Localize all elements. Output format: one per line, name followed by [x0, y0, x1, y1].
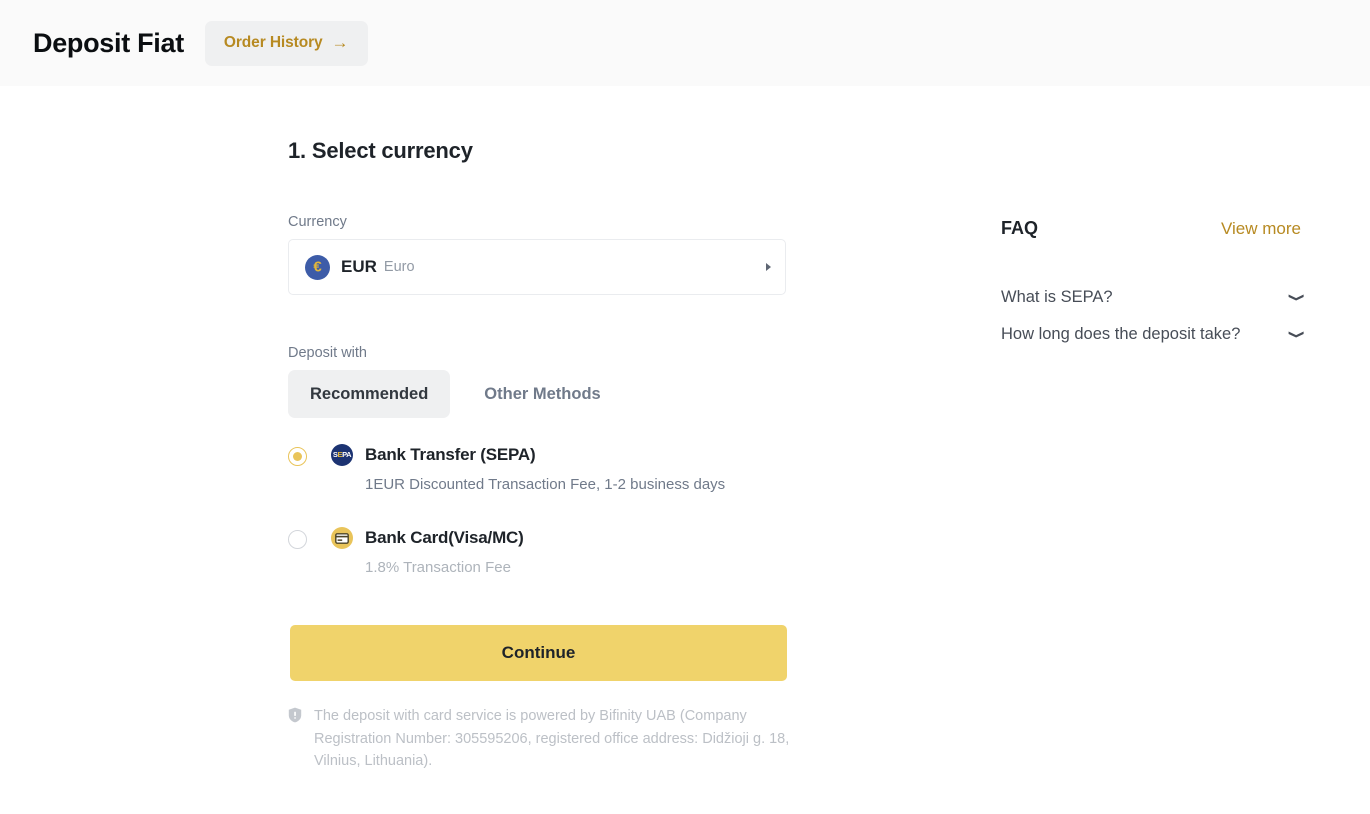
tab-other-methods[interactable]: Other Methods: [462, 370, 622, 418]
faq-header: FAQ View more: [1001, 218, 1301, 239]
deposit-method-tabs: Recommended Other Methods: [288, 370, 788, 418]
payment-method-bank-card-description: 1.8% Transaction Fee: [365, 559, 511, 577]
payment-method-bank-card-head: Bank Card(Visa/MC): [331, 527, 524, 550]
continue-button[interactable]: Continue: [290, 624, 787, 681]
chevron-down-icon[interactable]: ❮: [1288, 330, 1304, 339]
page-header: Deposit Fiat Order History →: [0, 0, 1370, 86]
faq-question: How long does the deposit take?: [1001, 325, 1241, 343]
step-title: 1. Select currency: [288, 138, 473, 163]
deposit-with-label: Deposit with: [288, 345, 367, 361]
currency-code: EUR: [341, 257, 377, 276]
footer-disclaimer-text: The deposit with card service is powered…: [314, 707, 790, 770]
payment-method-bank-card-name: Bank Card(Visa/MC): [365, 528, 524, 548]
faq-view-more-link[interactable]: View more: [1221, 219, 1301, 239]
bank-card-icon: [331, 527, 353, 550]
faq-question: What is SEPA?: [1001, 288, 1113, 306]
caret-right-icon: [766, 263, 771, 271]
arrow-right-icon: →: [331, 32, 349, 52]
payment-method-bank-card[interactable]: Bank Card(Visa/MC) 1.8% Transaction Fee: [288, 527, 788, 580]
faq-panel: FAQ View more What is SEPA? ❮ How long d…: [1001, 218, 1304, 362]
tab-recommended[interactable]: Recommended: [288, 370, 451, 418]
order-history-label: Order History: [223, 34, 323, 51]
main-content: 1. Select currency Currency € EUR Euro D…: [0, 86, 1370, 814]
shield-icon: [288, 707, 302, 728]
deposit-form: 1. Select currency Currency € EUR Euro D…: [288, 138, 789, 773]
payment-method-bank-card-body: Bank Card(Visa/MC) 1.8% Transaction Fee: [331, 527, 524, 580]
footer-disclaimer: The deposit with card service is powered…: [288, 705, 793, 774]
sepa-icon: SEPA: [331, 444, 353, 466]
page-title: Deposit Fiat: [33, 27, 184, 58]
order-history-button[interactable]: Order History →: [204, 20, 368, 66]
chevron-down-icon[interactable]: ❮: [1288, 293, 1304, 302]
payment-method-sepa-name: Bank Transfer (SEPA): [365, 445, 536, 464]
currency-name: Euro: [383, 259, 415, 275]
currency-select[interactable]: € EUR Euro: [288, 239, 786, 295]
radio-sepa[interactable]: [288, 447, 307, 466]
payment-method-sepa-description: 1EUR Discounted Transaction Fee, 1-2 bus…: [365, 476, 726, 493]
faq-item-sepa[interactable]: What is SEPA? ❮: [1001, 288, 1304, 307]
eur-coin-icon: €: [305, 254, 330, 280]
payment-method-sepa-body: SEPA Bank Transfer (SEPA) 1EUR Discounte…: [331, 444, 725, 497]
currency-field-label: Currency: [288, 214, 347, 230]
payment-method-sepa[interactable]: SEPA Bank Transfer (SEPA) 1EUR Discounte…: [288, 444, 788, 497]
radio-bank-card[interactable]: [288, 530, 307, 550]
faq-list: What is SEPA? ❮ How long does the deposi…: [1001, 288, 1304, 344]
faq-title: FAQ: [1001, 218, 1039, 238]
payment-method-list: SEPA Bank Transfer (SEPA) 1EUR Discounte…: [288, 444, 788, 581]
faq-item-deposit-time[interactable]: How long does the deposit take? ❮: [1001, 325, 1304, 344]
payment-method-sepa-head: SEPA Bank Transfer (SEPA): [331, 444, 725, 466]
